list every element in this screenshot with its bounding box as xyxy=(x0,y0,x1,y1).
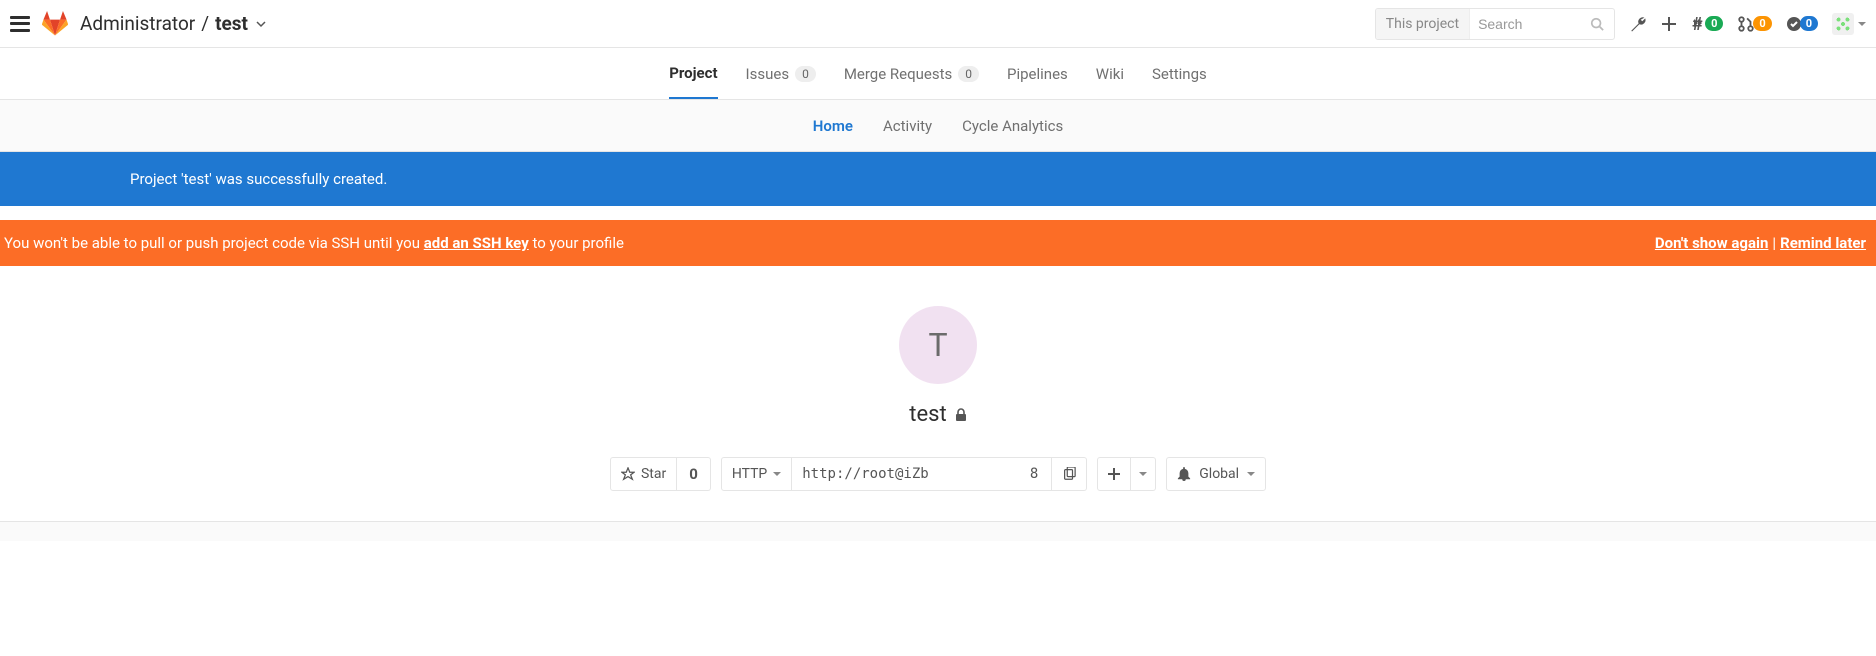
clone-url-input[interactable] xyxy=(792,457,1052,491)
plus-icon[interactable] xyxy=(1661,16,1677,32)
caret-down-icon xyxy=(1247,470,1255,478)
search-input[interactable] xyxy=(1470,9,1580,39)
dont-show-again-link[interactable]: Don't show again xyxy=(1655,234,1769,252)
protocol-dropdown[interactable]: HTTP xyxy=(721,457,792,491)
lock-icon xyxy=(955,408,967,422)
issues-count-badge: 0 xyxy=(1705,16,1723,31)
add-dropdown-toggle[interactable] xyxy=(1131,457,1156,491)
notification-dropdown[interactable]: Global xyxy=(1166,457,1266,491)
tab-wiki[interactable]: Wiki xyxy=(1096,48,1124,99)
svg-text:#: # xyxy=(1692,16,1703,32)
subtab-cycle-analytics[interactable]: Cycle Analytics xyxy=(962,117,1063,135)
top-actions: # 0 0 0 xyxy=(1629,13,1866,35)
tab-project[interactable]: Project xyxy=(669,48,717,99)
clone-group: HTTP xyxy=(721,457,1087,491)
copy-url-button[interactable] xyxy=(1052,457,1087,491)
bell-icon xyxy=(1177,467,1191,481)
content-divider xyxy=(0,521,1876,541)
hamburger-icon[interactable] xyxy=(10,16,30,32)
sub-tabs: Home Activity Cycle Analytics xyxy=(0,100,1876,152)
merge-requests-shortcut[interactable]: 0 xyxy=(1737,15,1771,33)
user-menu[interactable] xyxy=(1832,13,1866,35)
add-ssh-key-link[interactable]: add an SSH key xyxy=(424,234,529,252)
add-button[interactable] xyxy=(1097,457,1131,491)
caret-down-icon xyxy=(773,470,781,478)
gitlab-logo-icon[interactable] xyxy=(42,11,68,37)
chevron-down-icon[interactable] xyxy=(256,19,266,29)
flash-success: Project 'test' was successfully created. xyxy=(0,152,1876,206)
copy-icon xyxy=(1062,467,1076,481)
project-home: T test Star 0 HTTP xyxy=(0,266,1876,521)
add-dropdown-group xyxy=(1097,457,1156,491)
todos-count-badge: 0 xyxy=(1800,16,1818,31)
remind-later-link[interactable]: Remind later xyxy=(1780,234,1866,252)
main-tabs: Project Issues0 Merge Requests0 Pipeline… xyxy=(0,48,1876,100)
project-action-row: Star 0 HTTP Global xyxy=(610,457,1266,491)
project-avatar: T xyxy=(899,306,977,384)
wrench-icon[interactable] xyxy=(1629,15,1647,33)
tab-issues[interactable]: Issues0 xyxy=(746,48,816,99)
mr-count-badge: 0 xyxy=(1753,16,1771,31)
tab-pipelines[interactable]: Pipelines xyxy=(1007,48,1068,99)
star-icon xyxy=(621,467,635,481)
project-name: test xyxy=(909,402,946,427)
breadcrumb-owner[interactable]: Administrator xyxy=(80,12,195,35)
search-icon[interactable] xyxy=(1580,17,1614,31)
issues-shortcut[interactable]: # 0 xyxy=(1691,16,1723,32)
star-button[interactable]: Star xyxy=(610,457,677,491)
caret-down-icon xyxy=(1858,20,1866,28)
tab-merge-requests[interactable]: Merge Requests0 xyxy=(844,48,979,99)
breadcrumb-project[interactable]: test xyxy=(215,12,248,35)
breadcrumb[interactable]: Administrator / test xyxy=(80,12,266,35)
caret-down-icon xyxy=(1139,470,1147,478)
subtab-home[interactable]: Home xyxy=(813,117,853,135)
flash-ssh-warning: You won't be able to pull or push projec… xyxy=(0,220,1876,266)
tab-settings[interactable]: Settings xyxy=(1152,48,1207,99)
todos-shortcut[interactable]: 0 xyxy=(1786,16,1818,32)
subtab-activity[interactable]: Activity xyxy=(883,117,932,135)
search-scope[interactable]: This project xyxy=(1376,9,1470,39)
avatar-icon xyxy=(1832,13,1854,35)
plus-icon xyxy=(1108,468,1120,480)
search-box[interactable]: This project xyxy=(1375,8,1615,40)
topbar: Administrator / test This project # 0 0 xyxy=(0,0,1876,48)
star-count: 0 xyxy=(677,457,711,491)
